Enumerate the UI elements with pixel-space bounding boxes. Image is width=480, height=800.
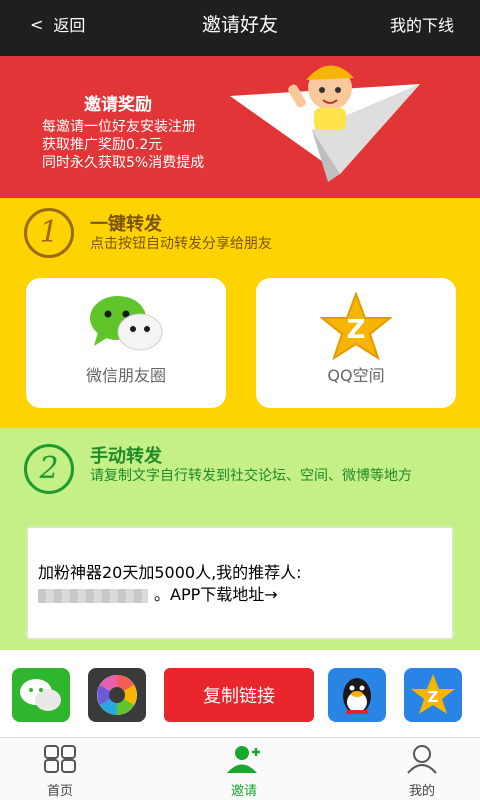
share-toolbar: 复制链接 Z — [0, 650, 480, 738]
section-manual-share: 2 手动转发 请复制文字自行转发到社交论坛、空间、微博等地方 加粉神器20天加5… — [0, 428, 480, 650]
tab-home[interactable]: 首页 — [20, 744, 100, 799]
step-number-badge: 1 — [24, 208, 74, 258]
banner-title: 邀请奖励 — [84, 95, 152, 115]
section-one-click-share: 1 一键转发 点击按钮自动转发分享给朋友 微信朋友圈 Z QQ空间 — [0, 198, 480, 428]
tab-label: 首页 — [46, 784, 73, 799]
bottom-tab-bar: 首页 邀请 我的 — [0, 737, 480, 800]
user-icon — [407, 745, 437, 774]
card-label: QQ空间 — [327, 366, 385, 385]
tab-invite[interactable]: 邀请 — [204, 744, 284, 799]
svg-text:Z: Z — [347, 315, 366, 345]
share-text-line-1: 加粉神器20天加5000人,我的推荐人: — [38, 563, 302, 582]
qq-icon[interactable] — [328, 668, 386, 722]
banner-line-2: 获取推广奖励0.2元 — [42, 137, 163, 153]
section-subtitle: 点击按钮自动转发分享给朋友 — [90, 236, 272, 252]
tab-mine[interactable]: 我的 — [382, 744, 462, 799]
tab-label: 我的 — [408, 784, 435, 799]
copy-link-button[interactable]: 复制链接 — [164, 668, 314, 722]
invite-user-icon — [227, 746, 260, 773]
svg-text:Z: Z — [428, 688, 439, 706]
section-subtitle: 请复制文字自行转发到社交论坛、空间、微博等地方 — [90, 468, 412, 484]
grid-icon — [44, 745, 76, 773]
tab-label: 邀请 — [230, 784, 257, 799]
share-text-box[interactable]: 加粉神器20天加5000人,我的推荐人: 。APP下载地址→ — [26, 526, 454, 640]
blurred-referrer-name — [38, 588, 148, 603]
wechat-icon[interactable] — [12, 668, 70, 722]
card-label: 微信朋友圈 — [85, 366, 166, 385]
share-wechat-moments-card[interactable]: 微信朋友圈 — [26, 278, 226, 408]
banner-line-1: 每邀请一位好友安装注册 — [42, 119, 196, 135]
my-downline-link[interactable]: 我的下线 — [390, 12, 454, 36]
section-title: 手动转发 — [90, 446, 162, 467]
section-title: 一键转发 — [90, 214, 162, 235]
qzone-icon[interactable]: Z — [404, 668, 462, 722]
share-text-line-2: 。APP下载地址→ — [154, 585, 278, 604]
step-number-badge: 2 — [24, 444, 74, 494]
invite-reward-banner: 邀请奖励 每邀请一位好友安装注册 获取推广奖励0.2元 同时永久获取5%消费提成 — [0, 56, 480, 198]
moments-icon[interactable] — [88, 668, 146, 722]
banner-line-3: 同时永久获取5%消费提成 — [42, 155, 205, 171]
share-qzone-card[interactable]: Z QQ空间 — [256, 278, 456, 408]
paper-plane-kid-illustration — [230, 65, 420, 182]
top-nav-bar: < 返回 邀请好友 我的下线 — [0, 0, 480, 56]
wechat-moments-icon — [90, 296, 163, 351]
qzone-icon: Z — [320, 292, 392, 360]
